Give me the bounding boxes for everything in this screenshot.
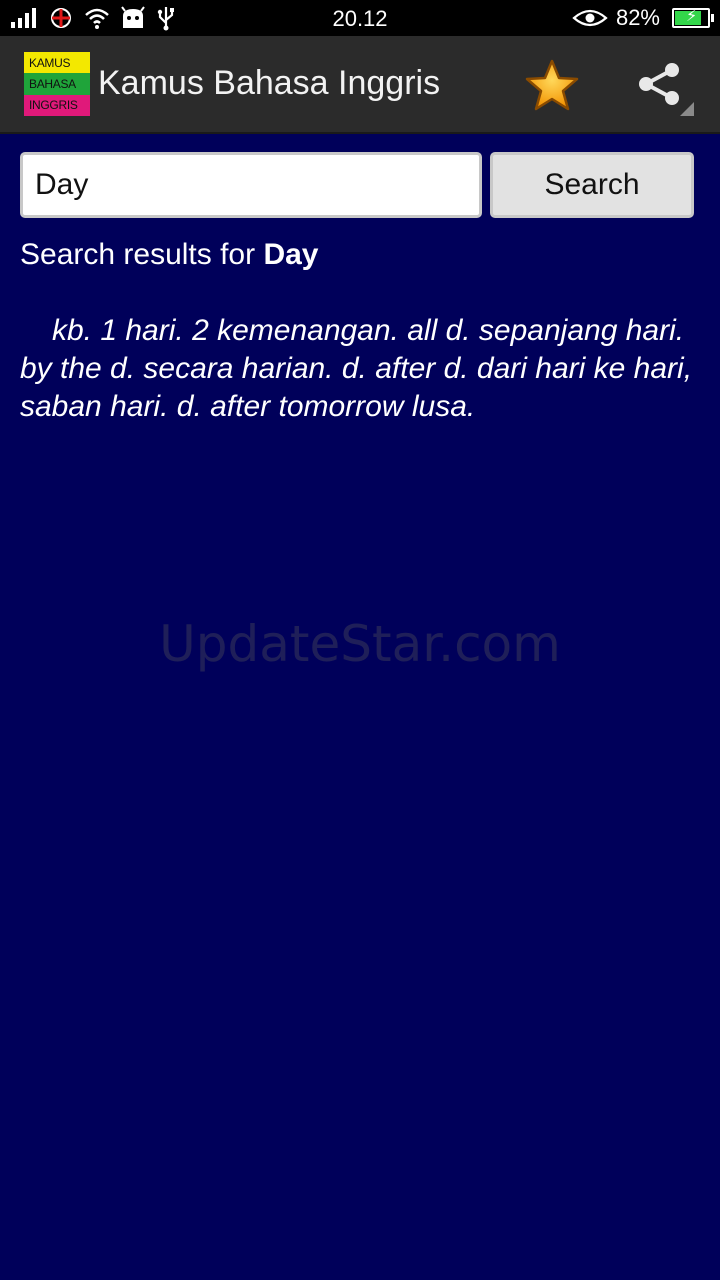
action-bar: KAMUS BAHASA INGGRIS Kamus Bahasa Inggri… (0, 36, 720, 134)
logo-line-bahasa: BAHASA (24, 73, 90, 95)
results-prefix: Search results for (20, 238, 264, 271)
status-bar-right: 82% ⚡ (572, 4, 714, 32)
share-button[interactable] (632, 58, 696, 122)
app-logo: KAMUS BAHASA INGGRIS (24, 52, 90, 116)
eye-icon (572, 9, 608, 27)
definition-text: kb. 1 hari. 2 kemenangan. all d. sepanja… (20, 314, 693, 423)
status-bar: 20.12 82% ⚡ (0, 0, 720, 36)
charging-bolt-icon: ⚡ (686, 8, 698, 25)
logo-line-kamus: KAMUS (24, 52, 90, 74)
results-term: Day (263, 238, 319, 271)
watermark: UpdateStar.com (159, 615, 561, 673)
battery-percent: 82% (615, 5, 660, 30)
search-button[interactable]: Search (490, 152, 694, 218)
favorite-button[interactable] (524, 58, 580, 114)
search-input[interactable] (20, 152, 482, 218)
app-title: Kamus Bahasa Inggris (98, 64, 441, 102)
star-icon (525, 59, 579, 111)
share-icon (639, 63, 694, 116)
results-heading: Search results for Day (20, 238, 318, 272)
logo-line-inggris: INGGRIS (24, 94, 90, 116)
battery-charging-icon: ⚡ (672, 8, 714, 28)
